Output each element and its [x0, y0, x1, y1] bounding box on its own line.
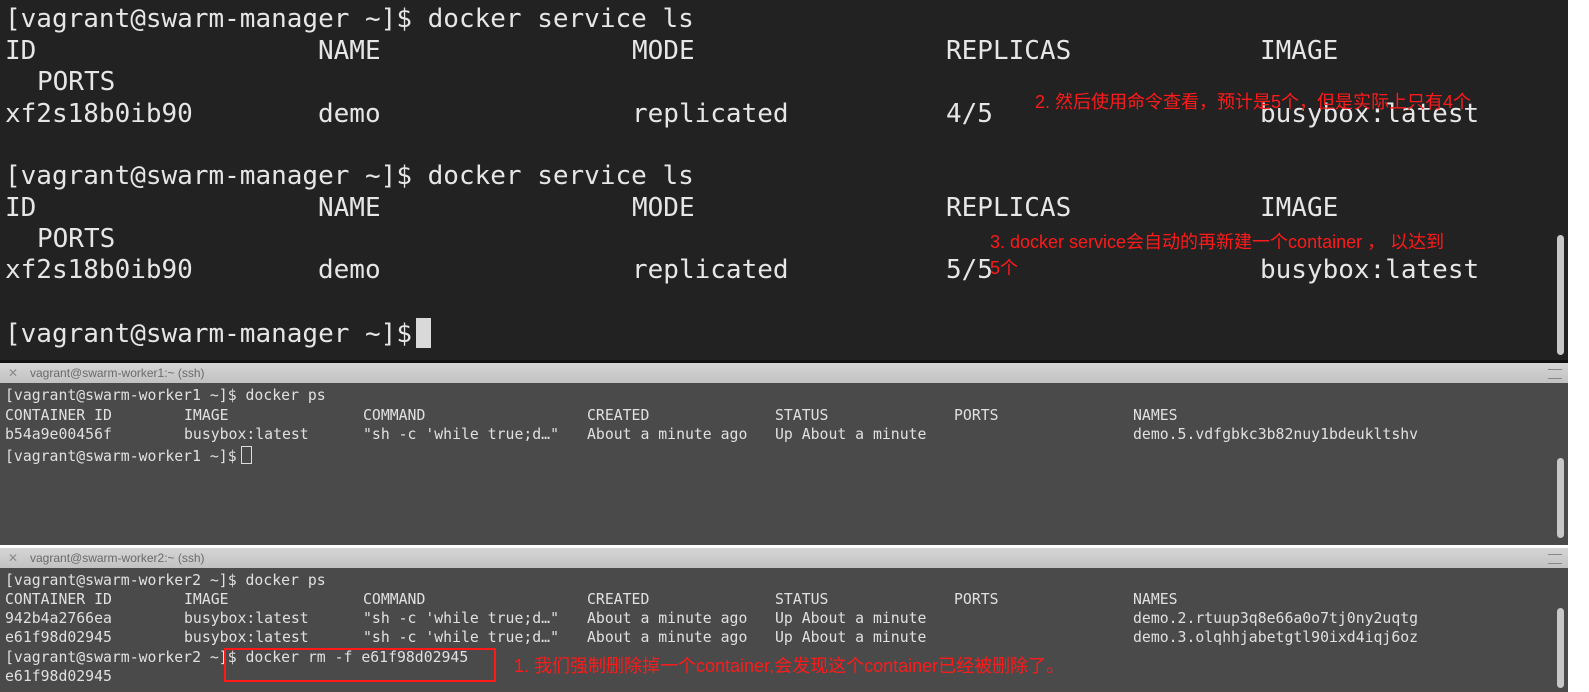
header-ports: PORTS: [954, 407, 999, 424]
close-icon[interactable]: ✕: [8, 548, 18, 568]
cell-status: Up About a minute: [775, 610, 927, 627]
header-image: IMAGE: [1260, 193, 1339, 223]
header-container-id: CONTAINER ID: [5, 407, 112, 424]
header-id: ID: [5, 193, 37, 223]
service-row: xf2s18b0ib90 demo replicated 5/5 busybox…: [0, 255, 1560, 286]
container-row: e61f98d02945 busybox:latest "sh -c 'whil…: [0, 629, 1560, 648]
cell-id: xf2s18b0ib90: [5, 99, 193, 129]
worker1-title-bar[interactable]: ✕ vagrant@swarm-worker1:~ (ssh): [0, 363, 1568, 383]
header-row: ID NAME MODE REPLICAS IMAGE: [0, 36, 1560, 67]
header-replicas: REPLICAS: [946, 36, 1072, 66]
worker2-title: vagrant@swarm-worker2:~ (ssh): [30, 551, 205, 565]
cell-container-id: b54a9e00456f: [5, 426, 112, 443]
cell-created: About a minute ago: [587, 426, 748, 443]
close-icon[interactable]: ✕: [8, 363, 18, 383]
cell-container-id: 942b4a2766ea: [5, 610, 112, 627]
cell-status: Up About a minute: [775, 629, 927, 646]
scrollbar[interactable]: [1557, 608, 1564, 688]
prompt-line: [vagrant@swarm-worker2 ~]$ docker ps: [5, 572, 326, 589]
header-container-id: CONTAINER ID: [5, 591, 112, 608]
cell-id: xf2s18b0ib90: [5, 255, 193, 285]
cursor: [416, 318, 431, 348]
header-status: STATUS: [775, 407, 829, 424]
header-names: NAMES: [1133, 407, 1178, 424]
swarm-manager-terminal[interactable]: [vagrant@swarm-manager ~]$ docker servic…: [0, 0, 1568, 360]
cell-command: "sh -c 'while true;d…": [363, 610, 559, 627]
header-mode: MODE: [632, 36, 695, 66]
header-command: COMMAND: [363, 591, 426, 608]
cell-mode: replicated: [632, 255, 789, 285]
header-image: IMAGE: [184, 407, 229, 424]
header-image: IMAGE: [1260, 36, 1339, 66]
header-created: CREATED: [587, 591, 650, 608]
header-name: NAME: [318, 36, 381, 66]
cell-names: demo.2.rtuup3q8e66a0o7tj0ny2uqtg: [1133, 610, 1419, 627]
annotation-1: 1. 我们强制删除掉一个container,会发现这个container已经被删…: [514, 656, 1065, 676]
header-replicas: REPLICAS: [946, 193, 1072, 223]
cell-name: demo: [318, 99, 381, 129]
cell-name: demo: [318, 255, 381, 285]
scrollbar[interactable]: [1557, 235, 1564, 355]
cell-status: Up About a minute: [775, 426, 927, 443]
container-row: b54a9e00456f busybox:latest "sh -c 'whil…: [0, 426, 1560, 445]
header-image: IMAGE: [184, 591, 229, 608]
annotation-3-line2: 5个: [990, 258, 1019, 278]
prompt-text: [vagrant@swarm-worker1 ~]$: [5, 448, 237, 465]
cell-image: busybox:latest: [184, 610, 309, 627]
rm-output: e61f98d02945: [5, 668, 112, 685]
header-created: CREATED: [587, 407, 650, 424]
header-ports: PORTS: [37, 67, 116, 97]
header-row: CONTAINER ID IMAGE COMMAND CREATED STATU…: [0, 407, 1560, 426]
header-command: COMMAND: [363, 407, 426, 424]
drag-handle-icon[interactable]: [1548, 554, 1562, 564]
highlight-box: [224, 648, 496, 682]
cell-replicas: 5/5: [946, 255, 993, 285]
prompt-line: [vagrant@swarm-manager ~]$ docker servic…: [5, 4, 694, 34]
header-row: ID NAME MODE REPLICAS IMAGE: [0, 193, 1560, 224]
scrollbar[interactable]: [1557, 458, 1564, 538]
prompt-text: [vagrant@swarm-manager ~]$: [5, 319, 412, 349]
cell-image: busybox:latest: [1260, 255, 1480, 285]
prompt-line: [vagrant@swarm-manager ~]$ docker servic…: [5, 161, 694, 191]
swarm-worker2-terminal[interactable]: [vagrant@swarm-worker2 ~]$ docker ps CON…: [0, 568, 1568, 692]
cell-names: demo.5.vdfgbkc3b82nuy1bdeukltshv: [1133, 426, 1419, 443]
cell-names: demo.3.olqhhjabetgtl90ixd4iqj6oz: [1133, 629, 1419, 646]
cell-command: "sh -c 'while true;d…": [363, 426, 559, 443]
header-ports: PORTS: [37, 224, 116, 254]
cursor: [240, 446, 252, 464]
header-row: CONTAINER ID IMAGE COMMAND CREATED STATU…: [0, 591, 1560, 610]
final-prompt[interactable]: [vagrant@swarm-manager ~]$: [5, 318, 431, 349]
container-row: 942b4a2766ea busybox:latest "sh -c 'whil…: [0, 610, 1560, 629]
prompt-line: [vagrant@swarm-worker1 ~]$ docker ps: [5, 387, 326, 404]
annotation-3-line1: 3. docker service会自动的再新建一个container ， 以达…: [990, 232, 1445, 252]
cell-image: busybox:latest: [184, 629, 309, 646]
cell-created: About a minute ago: [587, 629, 748, 646]
drag-handle-icon[interactable]: [1548, 369, 1562, 379]
cell-container-id: e61f98d02945: [5, 629, 112, 646]
cell-command: "sh -c 'while true;d…": [363, 629, 559, 646]
header-mode: MODE: [632, 193, 695, 223]
annotation-2: 2. 然后使用命令查看，预计是5个，但是实际上只有4个: [1035, 92, 1472, 112]
final-prompt[interactable]: [vagrant@swarm-worker1 ~]$: [5, 446, 252, 465]
header-names: NAMES: [1133, 591, 1178, 608]
cell-created: About a minute ago: [587, 610, 748, 627]
cell-mode: replicated: [632, 99, 789, 129]
worker2-title-bar[interactable]: ✕ vagrant@swarm-worker2:~ (ssh): [0, 548, 1568, 568]
header-status: STATUS: [775, 591, 829, 608]
cell-image: busybox:latest: [184, 426, 309, 443]
header-name: NAME: [318, 193, 381, 223]
cell-replicas: 4/5: [946, 99, 993, 129]
header-id: ID: [5, 36, 37, 66]
worker1-title: vagrant@swarm-worker1:~ (ssh): [30, 366, 205, 380]
swarm-worker1-terminal[interactable]: [vagrant@swarm-worker1 ~]$ docker ps CON…: [0, 383, 1568, 545]
header-ports: PORTS: [954, 591, 999, 608]
